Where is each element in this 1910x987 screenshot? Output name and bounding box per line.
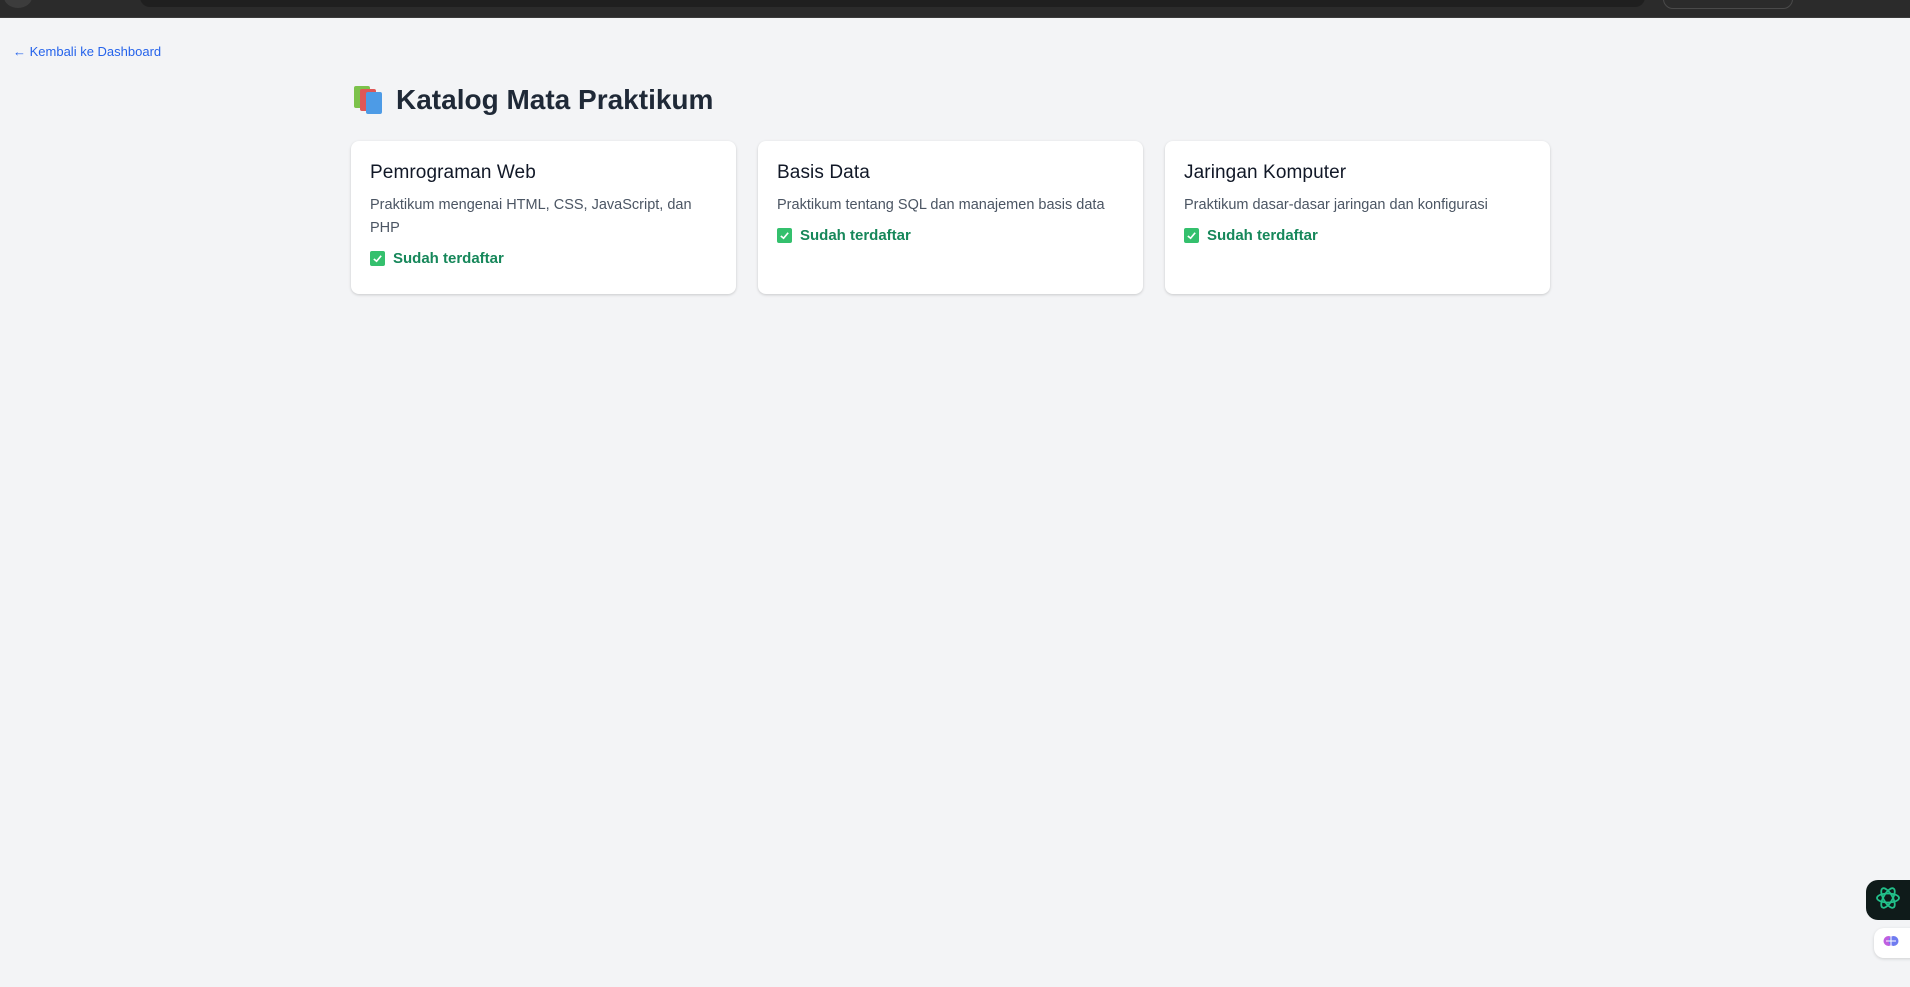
enrollment-status-label: Sudah terdaftar (393, 250, 504, 267)
brain-icon (1882, 932, 1900, 955)
page-title-text: Katalog Mata Praktikum (396, 84, 714, 115)
course-card-pemrograman-web[interactable]: Pemrograman Web Praktikum mengenai HTML,… (351, 141, 736, 294)
course-card-jaringan-komputer[interactable]: Jaringan Komputer Praktikum dasar-dasar … (1165, 141, 1550, 294)
browser-button[interactable] (4, 0, 32, 8)
check-icon (1184, 228, 1199, 243)
course-title: Jaringan Komputer (1184, 162, 1347, 183)
openai-icon (1874, 884, 1902, 917)
enrollment-status-label: Sudah terdaftar (1207, 227, 1318, 244)
extension-widget-button[interactable] (1874, 928, 1910, 958)
course-description: Praktikum mengenai HTML, CSS, JavaScript… (370, 197, 692, 236)
check-icon (777, 228, 792, 243)
assistant-widget-button[interactable] (1866, 880, 1910, 920)
enrollment-status: Sudah terdaftar (777, 227, 1124, 244)
browser-top-bar (0, 0, 1910, 18)
course-description: Praktikum dasar-dasar jaringan dan konfi… (1184, 197, 1488, 213)
back-to-dashboard-link[interactable]: ← Kembali ke Dashboard (13, 44, 161, 59)
course-title: Basis Data (777, 162, 870, 183)
course-card-basis-data[interactable]: Basis Data Praktikum tentang SQL dan man… (758, 141, 1143, 294)
check-icon (370, 251, 385, 266)
course-title: Pemrograman Web (370, 162, 536, 183)
course-description: Praktikum tentang SQL dan manajemen basi… (777, 197, 1105, 213)
page-title: Katalog Mata Praktikum (354, 84, 713, 116)
course-catalog: Pemrograman Web Praktikum mengenai HTML,… (351, 141, 1550, 294)
enrollment-status-label: Sudah terdaftar (800, 227, 911, 244)
enrollment-status: Sudah terdaftar (370, 250, 717, 267)
address-bar[interactable] (140, 0, 1645, 7)
books-icon (354, 86, 384, 114)
enrollment-status: Sudah terdaftar (1184, 227, 1531, 244)
browser-toolbar-button[interactable] (1663, 0, 1793, 9)
